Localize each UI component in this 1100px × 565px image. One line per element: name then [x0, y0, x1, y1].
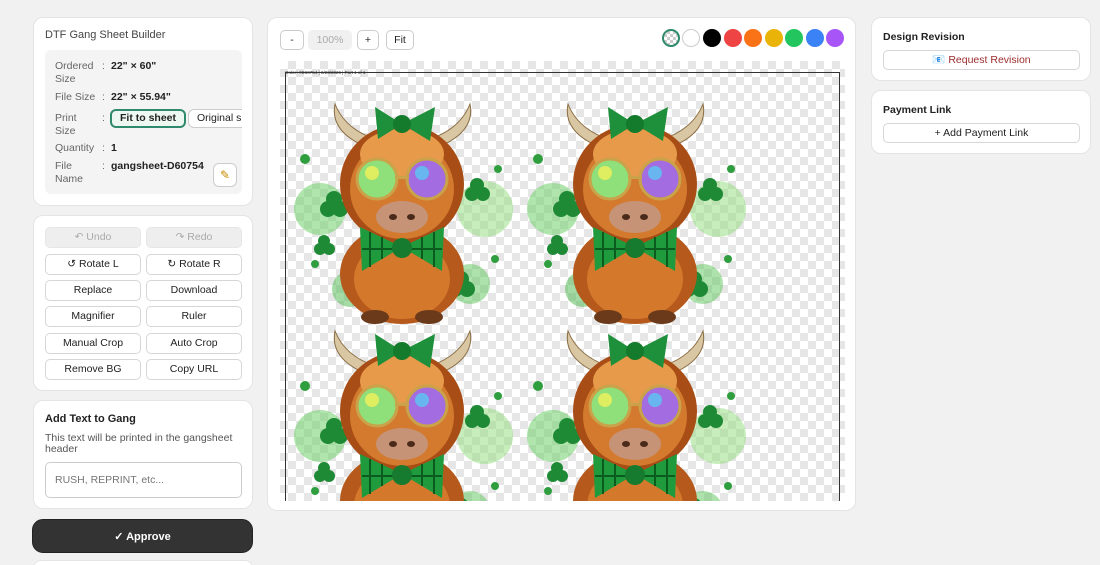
- swatch-black[interactable]: [703, 29, 721, 47]
- auto-crop-button[interactable]: Auto Crop: [146, 333, 242, 354]
- separator: :: [102, 60, 105, 72]
- next-card-edge: [33, 560, 253, 565]
- edit-file-name-button[interactable]: ✎: [213, 163, 237, 187]
- separator: :: [102, 142, 105, 154]
- original-size-option[interactable]: Original size: [188, 109, 242, 128]
- swatch-green[interactable]: [785, 29, 803, 47]
- rotate-right-button[interactable]: ↻ Rotate R: [146, 254, 242, 275]
- payment-link-card: Payment Link + Add Payment Link: [871, 90, 1091, 154]
- tools-card: ↶ Undo ↷ Redo ↺ Rotate L ↻ Rotate R Repl…: [33, 215, 253, 391]
- file-size-label: File Size: [55, 91, 96, 103]
- quantity-label: Quantity: [55, 142, 95, 154]
- payment-link-title: Payment Link: [883, 104, 952, 116]
- add-text-card: Add Text to Gang This text will be print…: [33, 400, 253, 509]
- swatch-white[interactable]: [682, 29, 700, 47]
- separator: :: [102, 160, 105, 172]
- order-details: Ordered Size : 22" × 60" File Size : 22"…: [45, 50, 242, 194]
- file-name-label: File Name: [55, 160, 84, 185]
- fit-to-sheet-option[interactable]: Fit to sheet: [110, 109, 187, 128]
- gang-sheet-canvas[interactable]: Order: #D60754 | 8/23/2026 | Part 1 of 1: [280, 61, 845, 501]
- design-revision-card: Design Revision 📧 Request Revision: [871, 17, 1091, 81]
- design-tile[interactable]: [290, 99, 515, 324]
- redo-button[interactable]: ↷ Redo: [146, 227, 242, 248]
- file-size-value: 22" × 55.94": [111, 91, 171, 103]
- ordered-size-value: 22" × 60": [111, 60, 157, 72]
- print-size-label: Print Size: [55, 112, 77, 137]
- quantity-value: 1: [111, 142, 117, 154]
- swatch-blue[interactable]: [806, 29, 824, 47]
- separator: :: [102, 112, 105, 124]
- request-revision-button[interactable]: 📧 Request Revision: [883, 50, 1080, 70]
- canvas-card: - 100% + Fit Order: #D60754 | 8/23/2026 …: [267, 17, 856, 511]
- replace-button[interactable]: Replace: [45, 280, 141, 301]
- design-tile[interactable]: [523, 326, 748, 501]
- add-text-description: This text will be printed in the gangshe…: [45, 432, 233, 455]
- manual-crop-button[interactable]: Manual Crop: [45, 333, 141, 354]
- design-revision-title: Design Revision: [883, 31, 965, 43]
- separator: :: [102, 91, 105, 103]
- design-tile[interactable]: [523, 99, 748, 324]
- download-button[interactable]: Download: [146, 280, 242, 301]
- add-text-title: Add Text to Gang: [45, 413, 136, 425]
- ordered-size-label: Ordered Size: [55, 60, 94, 85]
- swatch-purple[interactable]: [826, 29, 844, 47]
- file-name-value: gangsheet-D60754: [111, 160, 204, 172]
- gang-header-text-input[interactable]: [45, 462, 242, 498]
- zoom-in-button[interactable]: +: [357, 30, 379, 50]
- remove-bg-button[interactable]: Remove BG: [45, 359, 141, 380]
- zoom-out-button[interactable]: -: [280, 30, 304, 50]
- design-tile[interactable]: [290, 326, 515, 501]
- sheet-header-text: Order: #D60754 | 8/23/2026 | Part 1 of 1: [285, 70, 366, 75]
- add-payment-link-button[interactable]: + Add Payment Link: [883, 123, 1080, 143]
- copy-url-button[interactable]: Copy URL: [146, 359, 242, 380]
- builder-title: DTF Gang Sheet Builder: [45, 29, 166, 41]
- ruler-button[interactable]: Ruler: [146, 306, 242, 327]
- gang-sheet-info-card: DTF Gang Sheet Builder Ordered Size : 22…: [33, 17, 253, 206]
- swatch-red[interactable]: [724, 29, 742, 47]
- approve-button[interactable]: ✓ Approve: [32, 519, 253, 553]
- swatch-yellow[interactable]: [765, 29, 783, 47]
- zoom-level: 100%: [308, 30, 352, 50]
- swatch-transparent[interactable]: [662, 29, 680, 47]
- undo-button[interactable]: ↶ Undo: [45, 227, 141, 248]
- rotate-left-button[interactable]: ↺ Rotate L: [45, 254, 141, 275]
- fit-button[interactable]: Fit: [386, 30, 414, 50]
- magnifier-button[interactable]: Magnifier: [45, 306, 141, 327]
- swatch-orange[interactable]: [744, 29, 762, 47]
- pencil-icon: ✎: [219, 168, 231, 182]
